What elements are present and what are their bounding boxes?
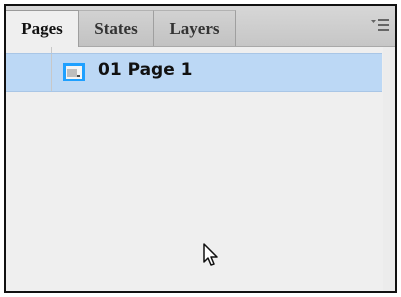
scrollbar-track[interactable] [383,47,395,291]
tab-layers[interactable]: Layers [154,10,236,46]
pages-panel: Pages States Layers 01 Page 1 [4,4,397,293]
page-row-01[interactable]: 01 Page 1 [6,53,382,92]
page-label: 01 Page 1 [98,60,193,80]
pages-list: 01 Page 1 [6,47,395,291]
tab-states[interactable]: States [79,10,154,46]
tab-pages[interactable]: Pages [6,10,79,47]
mouse-cursor-icon [203,243,219,267]
row-divider [51,54,52,91]
panel-tab-bar: Pages States Layers [6,6,395,47]
panel-menu-icon[interactable] [369,14,391,38]
page-thumbnail-icon [63,63,85,81]
